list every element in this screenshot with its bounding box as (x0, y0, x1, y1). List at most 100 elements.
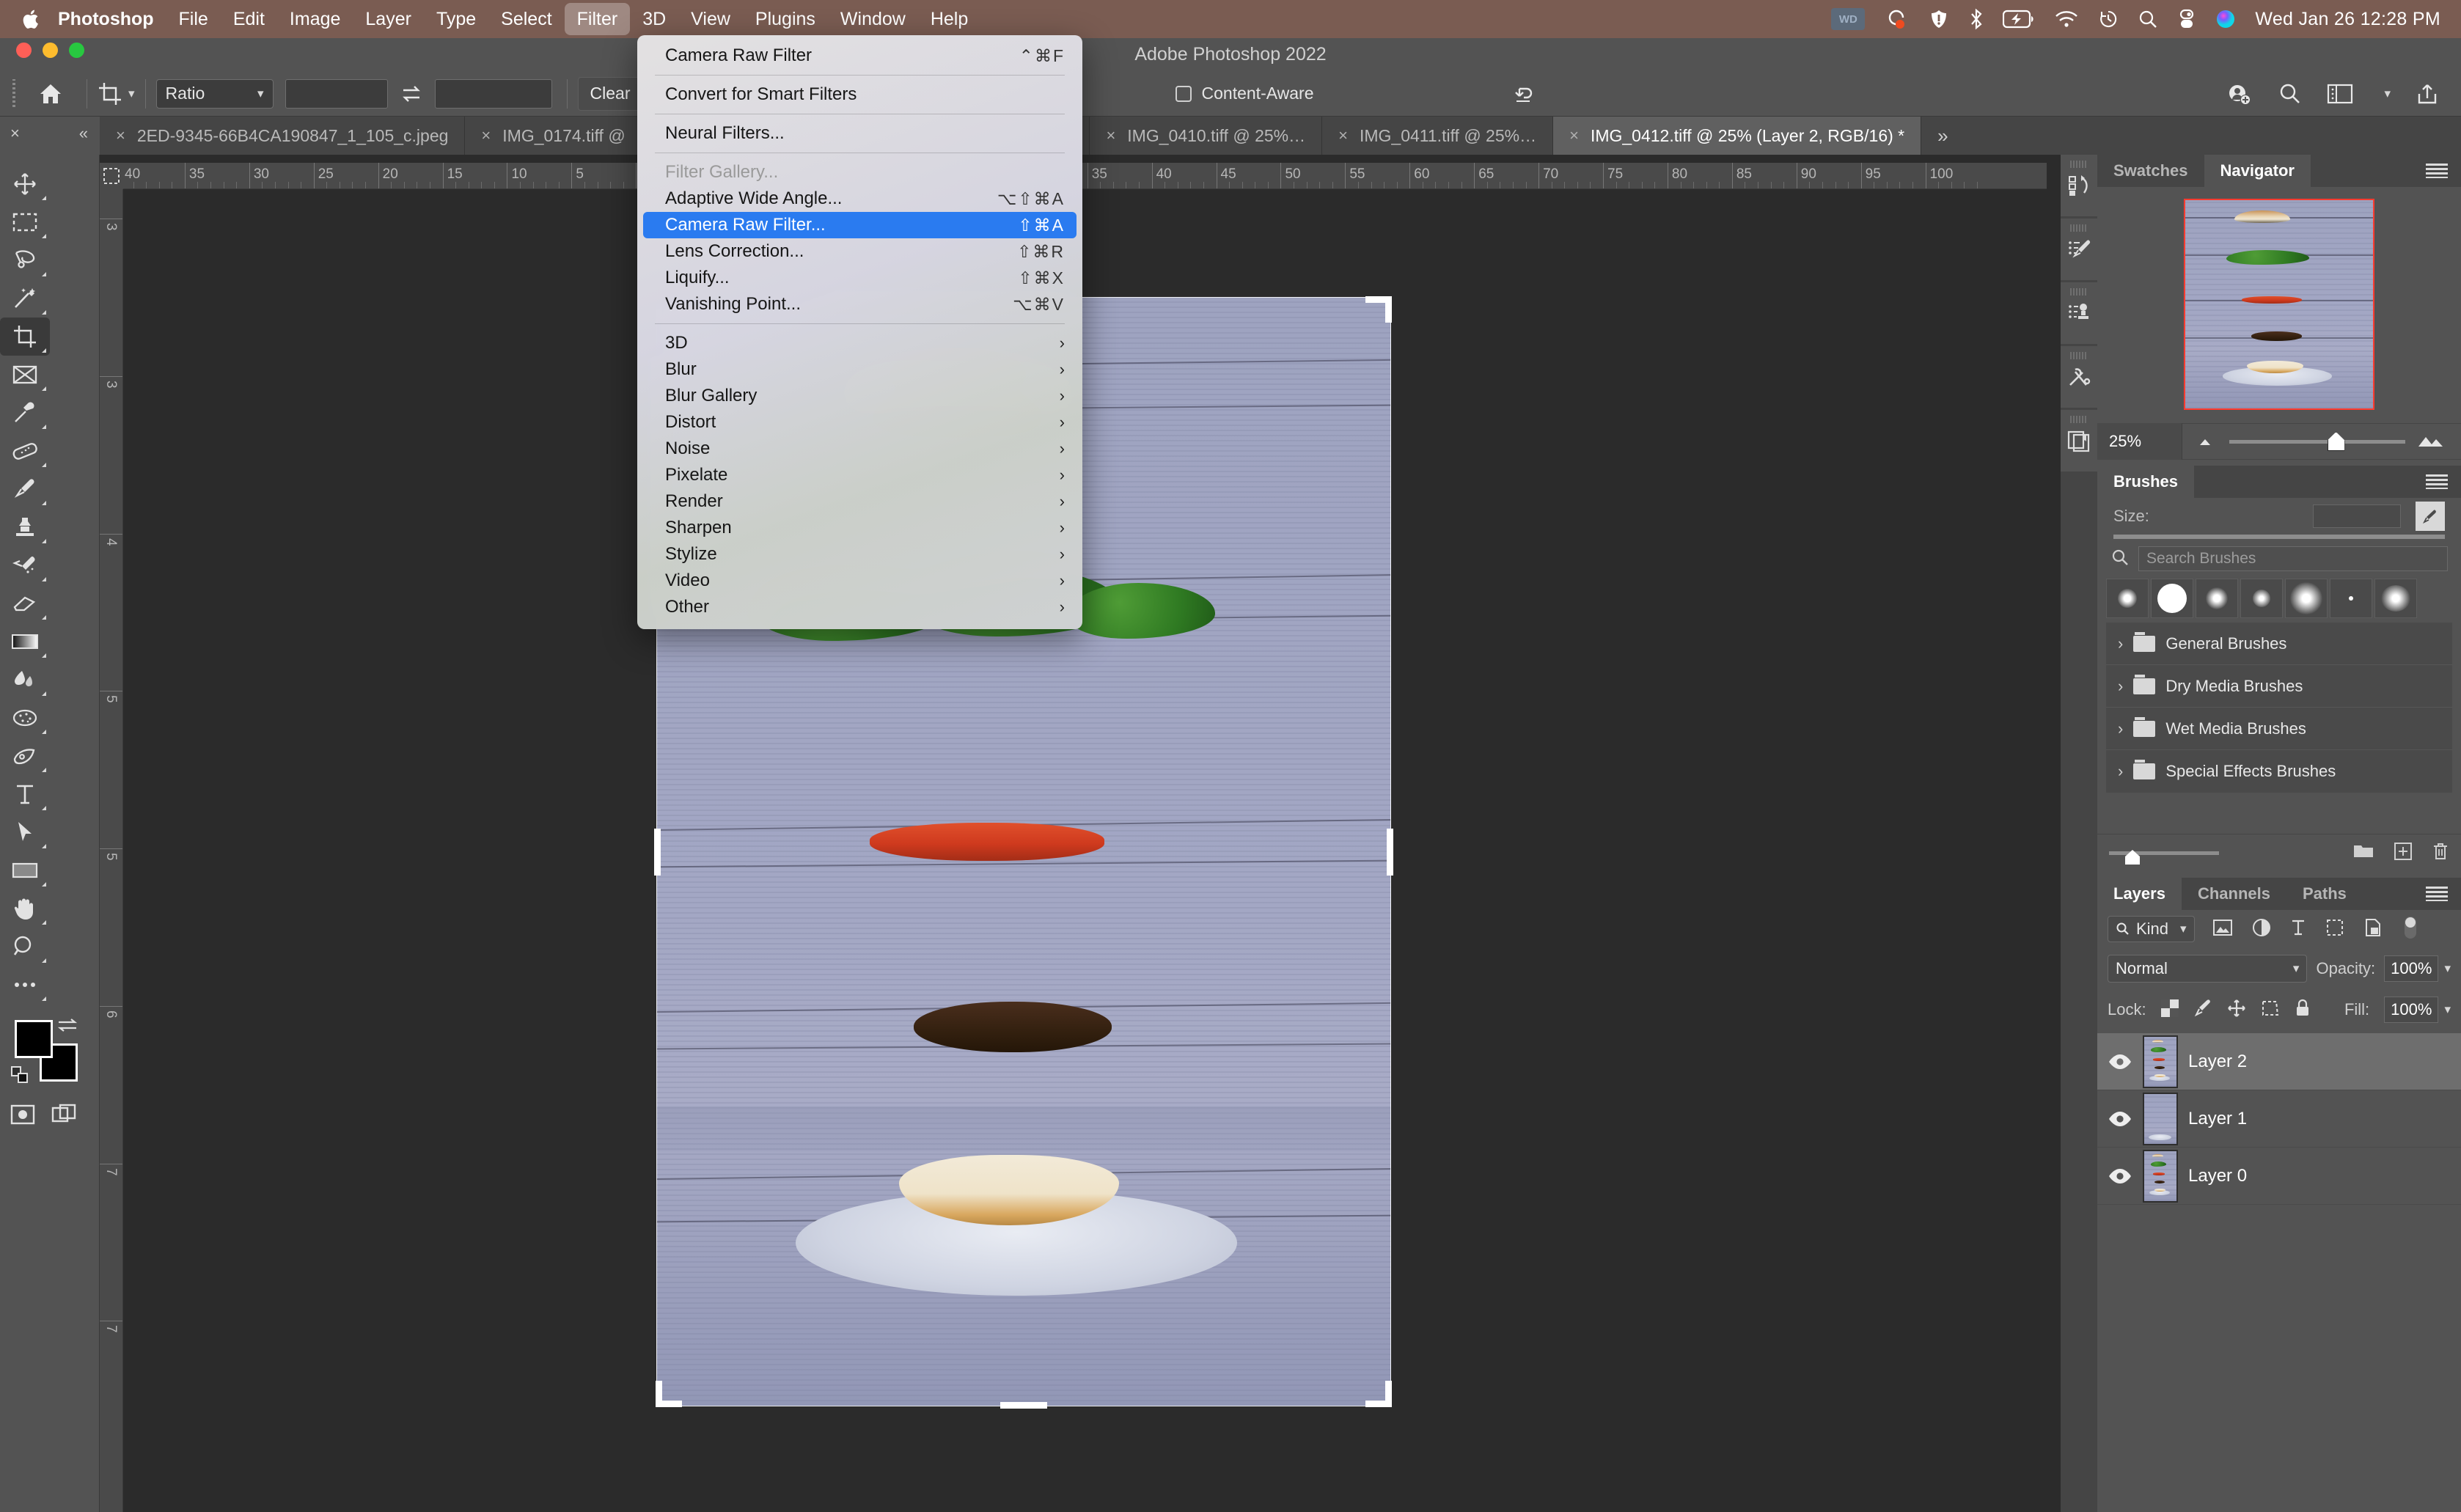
layer-name[interactable]: Layer 1 (2188, 1109, 2247, 1129)
brush-group-row[interactable]: › Dry Media Brushes (2106, 665, 2452, 708)
menu-item-lens-correction[interactable]: Lens Correction... ⇧⌘R (637, 238, 1082, 265)
brush-group-row[interactable]: › Special Effects Brushes (2106, 750, 2452, 793)
brush-group-row[interactable]: › General Brushes (2106, 623, 2452, 665)
opacity-value[interactable]: 100% (2384, 955, 2439, 982)
brush-preset[interactable] (2240, 579, 2283, 618)
layer-thumbnail[interactable] (2143, 1092, 2178, 1145)
options-bar-grip[interactable] (9, 78, 19, 109)
rectangle-tool[interactable] (0, 851, 50, 889)
eye-icon[interactable] (2097, 1054, 2143, 1070)
menu-window[interactable]: Window (828, 0, 918, 38)
panel-menu-icon[interactable] (2426, 155, 2461, 187)
document-tab-3[interactable]: × IMG_0410.tiff @ 25%… (1090, 117, 1323, 155)
new-group-icon[interactable] (2352, 842, 2374, 865)
crop-tool[interactable] (0, 318, 50, 356)
brush-preset[interactable] (2106, 579, 2149, 618)
lasso-tool[interactable] (0, 241, 50, 279)
search-icon[interactable] (2278, 82, 2302, 106)
brush-preview-size-slider[interactable] (2109, 850, 2219, 865)
menu-filter[interactable]: Filter (564, 3, 631, 35)
navigator-zoom-value[interactable]: 25% (2097, 423, 2182, 460)
menu-plugins[interactable]: Plugins (743, 0, 828, 38)
home-icon[interactable] (38, 81, 63, 106)
smart-object-filter-icon[interactable] (2363, 918, 2383, 941)
control-center-icon[interactable] (2177, 9, 2196, 29)
lock-transparent-pixels-icon[interactable] (2160, 999, 2179, 1021)
navigator-zoom-knob[interactable] (2327, 432, 2345, 451)
eraser-tool[interactable] (0, 584, 50, 623)
pixel-layer-filter-icon[interactable] (2212, 919, 2233, 940)
menu-item-convert-for-smart-filters[interactable]: Convert for Smart Filters (637, 81, 1082, 108)
clone-source-panel-icon[interactable] (2061, 282, 2097, 344)
crop-tool-icon[interactable] (98, 81, 122, 106)
tab-paths[interactable]: Paths (2286, 878, 2363, 910)
brush-presets-panel-icon[interactable] (2061, 219, 2097, 280)
small-mountain-icon[interactable] (2193, 433, 2218, 451)
brush-preset[interactable] (2151, 579, 2193, 618)
menu-item-3d[interactable]: 3D › (637, 330, 1082, 356)
opacity-stepper-chevron-icon[interactable]: ▾ (2444, 961, 2451, 976)
menu-item-camera-raw-filter[interactable]: Camera Raw Filter ⌃⌘F (637, 43, 1082, 69)
close-window-button[interactable] (16, 43, 32, 58)
pen-tool[interactable] (0, 737, 50, 775)
menu-item-neural-filters[interactable]: Neural Filters... (637, 120, 1082, 147)
screen-mode-icon[interactable] (51, 1104, 76, 1129)
menu-file[interactable]: File (166, 0, 221, 38)
close-icon[interactable]: × (116, 126, 125, 145)
export-icon[interactable] (2416, 82, 2439, 106)
hand-tool[interactable] (0, 889, 50, 928)
crop-height-input[interactable] (434, 78, 552, 109)
crop-width-input[interactable] (285, 78, 388, 109)
clone-stamp-tool[interactable] (0, 508, 50, 546)
type-layer-filter-icon[interactable] (2290, 918, 2306, 941)
zoom-tool[interactable] (0, 928, 50, 966)
brush-tool[interactable] (0, 470, 50, 508)
share-user-icon[interactable] (2227, 82, 2253, 106)
close-icon[interactable]: × (10, 124, 20, 143)
chevron-right-icon[interactable]: › (2118, 762, 2123, 781)
rectangular-marquee-tool[interactable] (0, 203, 50, 241)
lock-position-icon[interactable] (2227, 999, 2246, 1021)
blur-tool[interactable] (0, 661, 50, 699)
libraries-panel-icon[interactable] (2061, 410, 2097, 471)
swap-arrows-icon[interactable] (401, 82, 422, 106)
brush-preset[interactable] (2196, 579, 2238, 618)
layer-filter-kind-select[interactable]: Kind ▾ (2108, 916, 2195, 942)
brush-preset[interactable] (2285, 579, 2328, 618)
tool-presets-panel-icon[interactable] (2061, 346, 2097, 408)
shape-layer-filter-icon[interactable] (2325, 918, 2344, 941)
menu-item-distort[interactable]: Distort › (637, 409, 1082, 436)
wifi-icon[interactable] (2054, 10, 2079, 29)
blend-mode-select[interactable]: Normal ▾ (2108, 955, 2308, 983)
navigator-thumbnail[interactable] (2184, 199, 2374, 410)
chevron-right-icon[interactable]: › (2118, 677, 2123, 696)
layer-row-layer-0[interactable]: Layer 0 (2097, 1148, 2461, 1205)
close-icon[interactable]: × (1106, 126, 1115, 145)
time-machine-icon[interactable] (2098, 9, 2119, 29)
history-panel-icon[interactable] (2061, 155, 2097, 216)
type-tool[interactable] (0, 775, 50, 813)
layer-thumbnail[interactable] (2143, 1149, 2178, 1203)
close-icon[interactable]: × (481, 126, 491, 145)
frame-tool[interactable] (0, 356, 50, 394)
document-tab-4[interactable]: × IMG_0411.tiff @ 25%… (1322, 117, 1554, 155)
healing-brush-tool[interactable] (0, 432, 50, 470)
reset-arrow-icon[interactable] (1512, 81, 1538, 106)
delete-brush-icon[interactable] (2432, 842, 2449, 865)
quick-mask-icon[interactable] (10, 1104, 35, 1129)
dropbox-icon[interactable] (1884, 8, 1909, 30)
menu-item-liquify[interactable]: Liquify... ⇧⌘X (637, 265, 1082, 291)
wd-drive-icon[interactable]: WD (1831, 8, 1866, 30)
brush-size-input[interactable] (2313, 504, 2401, 528)
layer-name[interactable]: Layer 0 (2188, 1166, 2247, 1186)
menu-item-adaptive-wide-angle[interactable]: Adaptive Wide Angle... ⌥⇧⌘A (637, 186, 1082, 212)
document-tab-0[interactable]: × 2ED-9345-66B4CA190847_1_105_c.jpeg (100, 117, 466, 155)
ruler-corner[interactable] (100, 163, 123, 189)
menu-item-blur-gallery[interactable]: Blur Gallery › (637, 383, 1082, 409)
new-brush-preset-icon[interactable] (2416, 502, 2445, 531)
menu-edit[interactable]: Edit (221, 0, 277, 38)
eye-icon[interactable] (2097, 1168, 2143, 1184)
layer-name[interactable]: Layer 2 (2188, 1052, 2247, 1072)
menu-item-pixelate[interactable]: Pixelate › (637, 462, 1082, 488)
layer-row-layer-1[interactable]: Layer 1 (2097, 1090, 2461, 1148)
